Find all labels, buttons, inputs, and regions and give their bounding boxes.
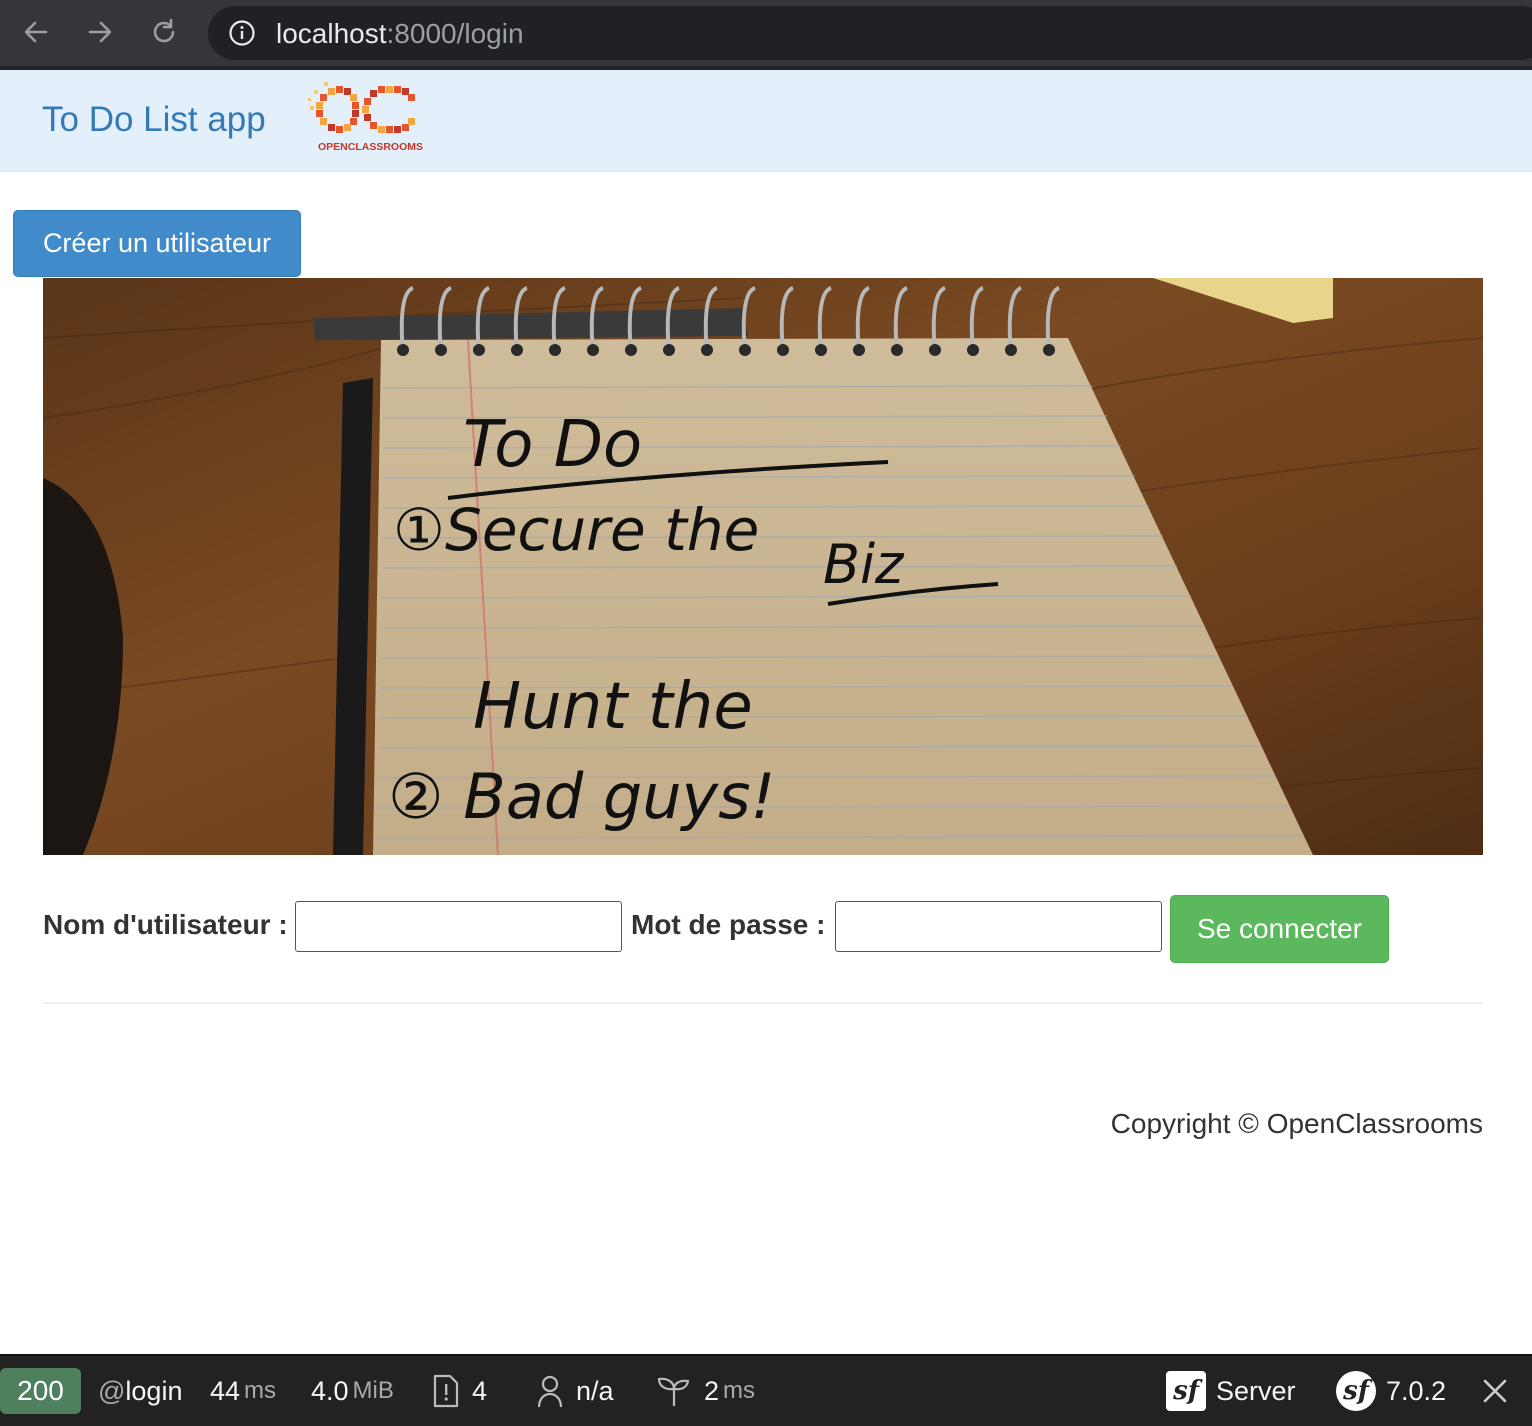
url-path: :8000/login <box>386 18 524 49</box>
symfony-version: 7.0.2 <box>1386 1375 1447 1406</box>
memory-item[interactable]: 4.0 MiB <box>311 1356 394 1426</box>
memory-value: 4.0 <box>311 1375 349 1406</box>
version-item[interactable]: sf 7.0.2 <box>1336 1356 1446 1426</box>
time-unit: ms <box>244 1377 277 1404</box>
back-icon[interactable] <box>18 14 54 50</box>
user-value: n/a <box>576 1375 614 1406</box>
twig-item[interactable]: 2 ms <box>656 1356 755 1426</box>
address-bar[interactable]: localhost:8000/login <box>208 6 1532 60</box>
logs-item[interactable]: 4 <box>432 1356 487 1426</box>
brand-link[interactable]: To Do List app <box>42 100 266 140</box>
hero-text-line2: Biz <box>823 533 905 596</box>
copyright-text: Copyright © OpenClassrooms <box>1110 1108 1483 1139</box>
password-label: Mot de passe : <box>631 909 826 940</box>
reload-icon[interactable] <box>146 14 182 50</box>
hero-text-line4: ② Bad guys! <box>388 760 775 833</box>
symfony-server-icon: sf <box>1166 1371 1206 1411</box>
browser-chrome: localhost:8000/login <box>0 0 1532 68</box>
route-prefix: @ <box>98 1375 126 1406</box>
server-label: Server <box>1216 1375 1296 1406</box>
twig-time-unit: ms <box>723 1377 756 1404</box>
close-icon[interactable] <box>1480 1376 1510 1406</box>
server-item[interactable]: sf Server <box>1166 1356 1296 1426</box>
hero-text-line3: Hunt the <box>473 670 753 744</box>
create-user-button[interactable]: Créer un utilisateur <box>13 210 301 277</box>
route-item[interactable]: @ login <box>98 1356 182 1426</box>
time-value: 44 <box>210 1375 241 1406</box>
memory-unit: MiB <box>352 1377 394 1404</box>
navbar: To Do List app OPENCLASSROOMS <box>0 70 1532 172</box>
debug-toolbar: 200 @ login 44 ms 4.0 MiB 4 n/a 2 ms sf Serv… <box>0 1354 1532 1426</box>
login-button[interactable]: Se connecter <box>1170 895 1389 963</box>
twig-time-value: 2 <box>704 1375 720 1406</box>
log-icon <box>432 1374 460 1408</box>
hero-text-title: To Do <box>463 408 642 482</box>
symfony-logo-icon: sf <box>1336 1371 1376 1411</box>
user-icon <box>536 1374 564 1408</box>
info-icon[interactable] <box>228 19 256 47</box>
divider <box>43 1002 1483 1004</box>
password-input[interactable] <box>835 901 1162 952</box>
openclassrooms-logo: OPENCLASSROOMS <box>308 82 423 153</box>
logo-text: OPENCLASSROOMS <box>318 141 423 153</box>
login-form: Nom d'utilisateur : Mot de passe : Se co… <box>43 895 1483 963</box>
forward-icon[interactable] <box>82 14 118 50</box>
hero-text-line1: ①Secure the <box>393 496 759 564</box>
hero-image: To Do ①Secure the Biz Hunt the ② Bad guy… <box>43 278 1483 855</box>
status-badge[interactable]: 200 <box>0 1368 81 1414</box>
route-name: login <box>125 1375 183 1406</box>
log-count: 4 <box>472 1375 488 1406</box>
username-label: Nom d'utilisateur : <box>43 909 288 940</box>
url-text[interactable]: localhost:8000/login <box>276 18 524 50</box>
username-input[interactable] <box>295 901 622 952</box>
user-item[interactable]: n/a <box>536 1356 614 1426</box>
twig-icon <box>656 1375 692 1407</box>
time-item[interactable]: 44 ms <box>210 1356 276 1426</box>
url-host: localhost <box>276 18 387 49</box>
